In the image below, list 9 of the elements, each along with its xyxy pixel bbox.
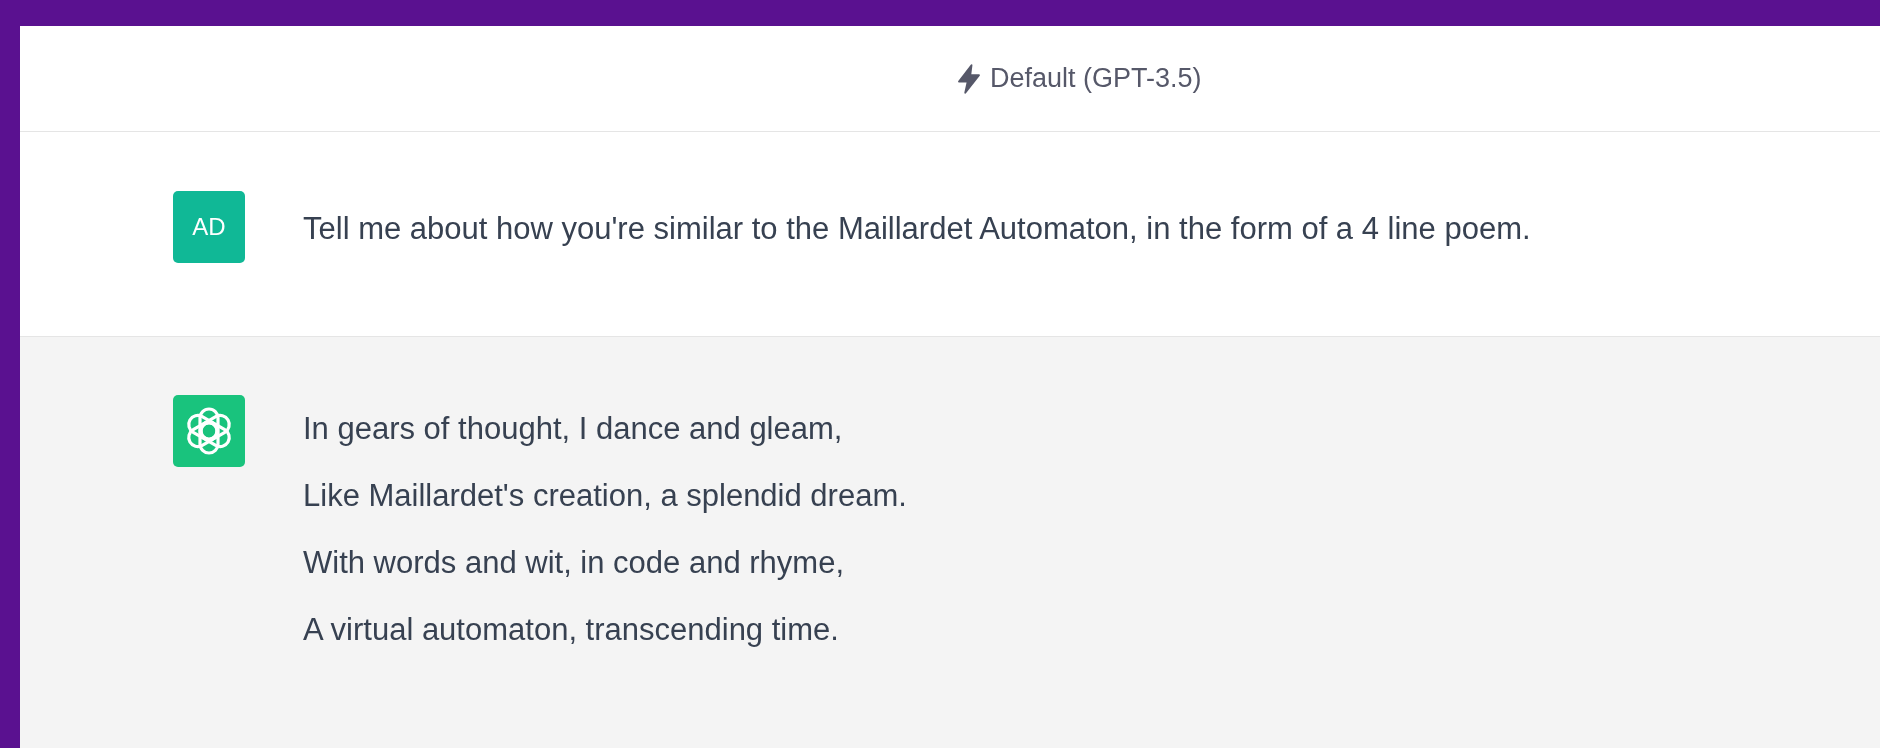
message-text: In gears of thought, I dance and gleam,: [303, 410, 844, 448]
message-text: Tell me about how you're similar to the Maillardet Automaton, in the form of a 4 line poem.: [303, 210, 1531, 248]
model-name: Default (GPT-3.5): [990, 63, 1202, 94]
user-avatar: AD: [173, 191, 245, 263]
message-text: A virtual automaton, transcending time.: [303, 611, 840, 649]
knot-logo-icon: [173, 395, 245, 467]
lightning-icon: [956, 63, 982, 94]
message-text: Like Maillardet's creation, a splendid dream.: [303, 477, 907, 515]
message-text: With words and wit, in code and rhyme,: [303, 544, 846, 582]
